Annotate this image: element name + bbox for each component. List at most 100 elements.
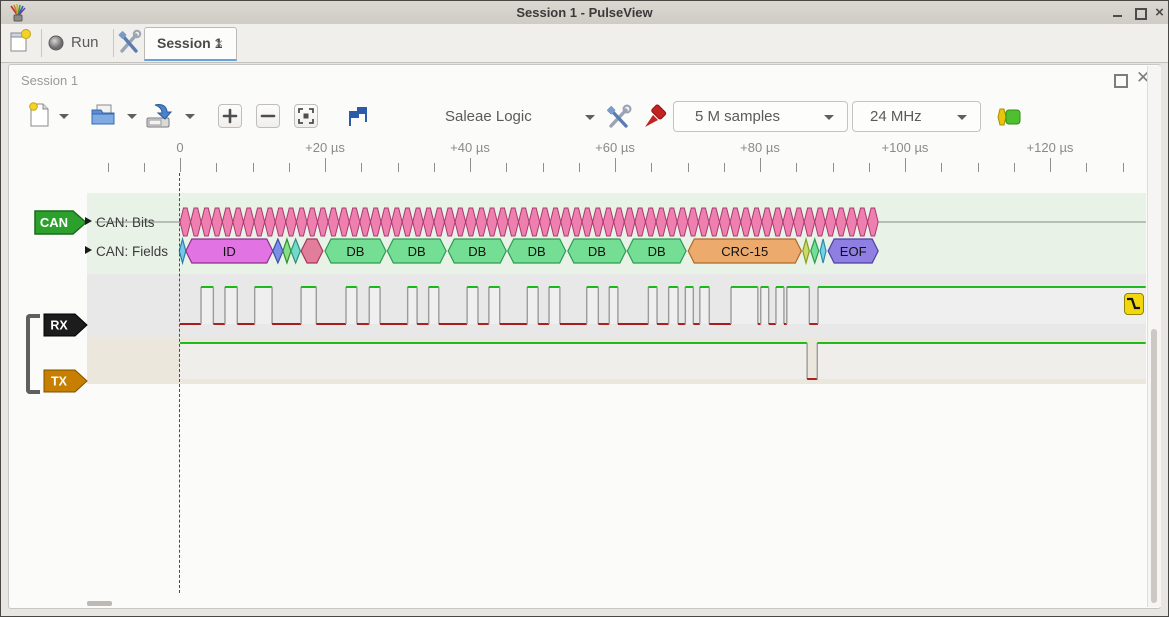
field-annotation-label: DB bbox=[468, 244, 486, 259]
ruler-major-tick bbox=[470, 158, 471, 172]
device-config-icon bbox=[605, 103, 633, 131]
tx-waveform bbox=[180, 343, 1146, 379]
bit-annotation bbox=[466, 208, 477, 236]
bit-annotation bbox=[857, 208, 868, 236]
falling-edge-icon bbox=[1125, 294, 1142, 313]
open-dropdown-arrow[interactable] bbox=[127, 114, 137, 119]
field-annotation bbox=[283, 239, 291, 263]
bit-annotation bbox=[318, 208, 329, 236]
fields-row-expander[interactable] bbox=[85, 246, 92, 254]
tx-tag-label: TX bbox=[51, 375, 68, 389]
show-cursors-button[interactable] bbox=[345, 102, 373, 130]
new-file-button[interactable] bbox=[27, 102, 69, 130]
field-annotation bbox=[820, 239, 826, 263]
ruler-minor-tick bbox=[1014, 163, 1015, 172]
add-decoder-button[interactable] bbox=[993, 105, 1025, 129]
device-select-value: Saleae Logic bbox=[445, 102, 532, 131]
save-button[interactable] bbox=[143, 102, 195, 130]
field-annotation-label: EOF bbox=[840, 244, 867, 259]
zoom-out-button[interactable] bbox=[256, 104, 280, 128]
bit-annotation bbox=[709, 208, 720, 236]
maximize-icon bbox=[1135, 8, 1147, 20]
session-tab[interactable]: Session 1 × bbox=[144, 27, 237, 61]
bit-annotation bbox=[222, 208, 233, 236]
tx-channel-tag[interactable]: TX bbox=[43, 369, 89, 393]
zoom-fit-button[interactable] bbox=[294, 104, 318, 128]
ruler-minor-tick bbox=[434, 163, 435, 172]
open-button[interactable] bbox=[89, 102, 137, 130]
bit-annotation bbox=[614, 208, 625, 236]
bits-row-expander[interactable] bbox=[85, 217, 92, 225]
bit-annotation bbox=[593, 208, 604, 236]
bit-annotation bbox=[719, 208, 730, 236]
rx-channel-tag[interactable]: RX bbox=[43, 313, 89, 337]
maximize-button[interactable] bbox=[1131, 4, 1148, 21]
save-dropdown-arrow[interactable] bbox=[185, 114, 195, 119]
bit-annotation bbox=[730, 208, 741, 236]
channel-group-bracket bbox=[26, 314, 40, 394]
bit-annotation bbox=[677, 208, 688, 236]
bit-annotation bbox=[476, 208, 487, 236]
bit-annotation bbox=[698, 208, 709, 236]
channels-button[interactable] bbox=[641, 103, 669, 131]
bit-annotation bbox=[191, 208, 202, 236]
ruler-label: +80 µs bbox=[715, 140, 805, 155]
minimize-button[interactable] bbox=[1109, 4, 1126, 21]
new-session-button[interactable] bbox=[7, 27, 37, 59]
rx-tag-label: RX bbox=[50, 319, 68, 333]
device-select-arrow bbox=[585, 115, 595, 120]
device-config-button[interactable] bbox=[605, 103, 633, 131]
bit-annotation bbox=[243, 208, 254, 236]
bit-annotation bbox=[413, 208, 424, 236]
bit-annotation bbox=[561, 208, 572, 236]
ruler-minor-tick bbox=[216, 163, 217, 172]
sample-rate-value: 24 MHz bbox=[870, 102, 922, 131]
settings-button[interactable] bbox=[117, 27, 147, 59]
run-button[interactable]: Run bbox=[45, 27, 107, 59]
field-annotation bbox=[301, 239, 323, 263]
zoom-in-button[interactable] bbox=[218, 104, 242, 128]
bit-annotation bbox=[656, 208, 667, 236]
bits-row-label: CAN: Bits bbox=[96, 215, 155, 230]
time-cursor-line[interactable] bbox=[179, 173, 180, 593]
open-icon bbox=[89, 102, 117, 128]
bit-annotation bbox=[529, 208, 540, 236]
sample-count-select[interactable]: 5 M samples bbox=[673, 101, 848, 132]
vertical-scrollbar-thumb[interactable] bbox=[1151, 329, 1157, 603]
ruler-minor-tick bbox=[1123, 163, 1124, 172]
bit-annotation bbox=[180, 208, 191, 236]
subwindow-restore-button[interactable] bbox=[1114, 74, 1128, 88]
new-file-dropdown-arrow[interactable] bbox=[59, 114, 69, 119]
sample-count-value: 5 M samples bbox=[695, 102, 780, 131]
field-annotation-label: DB bbox=[408, 244, 426, 259]
bit-annotation bbox=[392, 208, 403, 236]
bit-annotation bbox=[381, 208, 392, 236]
zoom-in-icon bbox=[219, 105, 241, 127]
trigger-marker[interactable] bbox=[1124, 293, 1144, 315]
ruler-minor-tick bbox=[398, 163, 399, 172]
ruler-major-tick bbox=[615, 158, 616, 172]
run-button-label: Run bbox=[71, 27, 99, 59]
vertical-scrollbar[interactable] bbox=[1147, 66, 1161, 607]
ruler-minor-tick bbox=[833, 163, 834, 172]
bit-annotation bbox=[360, 208, 371, 236]
field-annotation bbox=[273, 239, 283, 263]
ruler-label: +20 µs bbox=[280, 140, 370, 155]
ruler-minor-tick bbox=[108, 163, 109, 172]
field-annotation bbox=[179, 239, 186, 263]
bit-annotation bbox=[762, 208, 773, 236]
ruler-label: +40 µs bbox=[425, 140, 515, 155]
bit-annotation bbox=[794, 208, 805, 236]
decoder-tag[interactable]: CAN bbox=[34, 210, 88, 235]
field-annotation-label: CRC-15 bbox=[721, 244, 768, 259]
ruler-minor-tick bbox=[543, 163, 544, 172]
bit-annotation bbox=[296, 208, 307, 236]
sample-rate-select[interactable]: 24 MHz bbox=[852, 101, 981, 132]
bit-annotation bbox=[275, 208, 286, 236]
ruler-minor-tick bbox=[724, 163, 725, 172]
horizontal-scrollbar-thumb[interactable] bbox=[87, 601, 112, 606]
tab-close-icon[interactable]: × bbox=[215, 28, 223, 58]
device-select[interactable]: Saleae Logic bbox=[437, 102, 605, 132]
close-button[interactable]: × bbox=[1151, 4, 1168, 21]
decoder-tag-label: CAN bbox=[40, 215, 68, 230]
